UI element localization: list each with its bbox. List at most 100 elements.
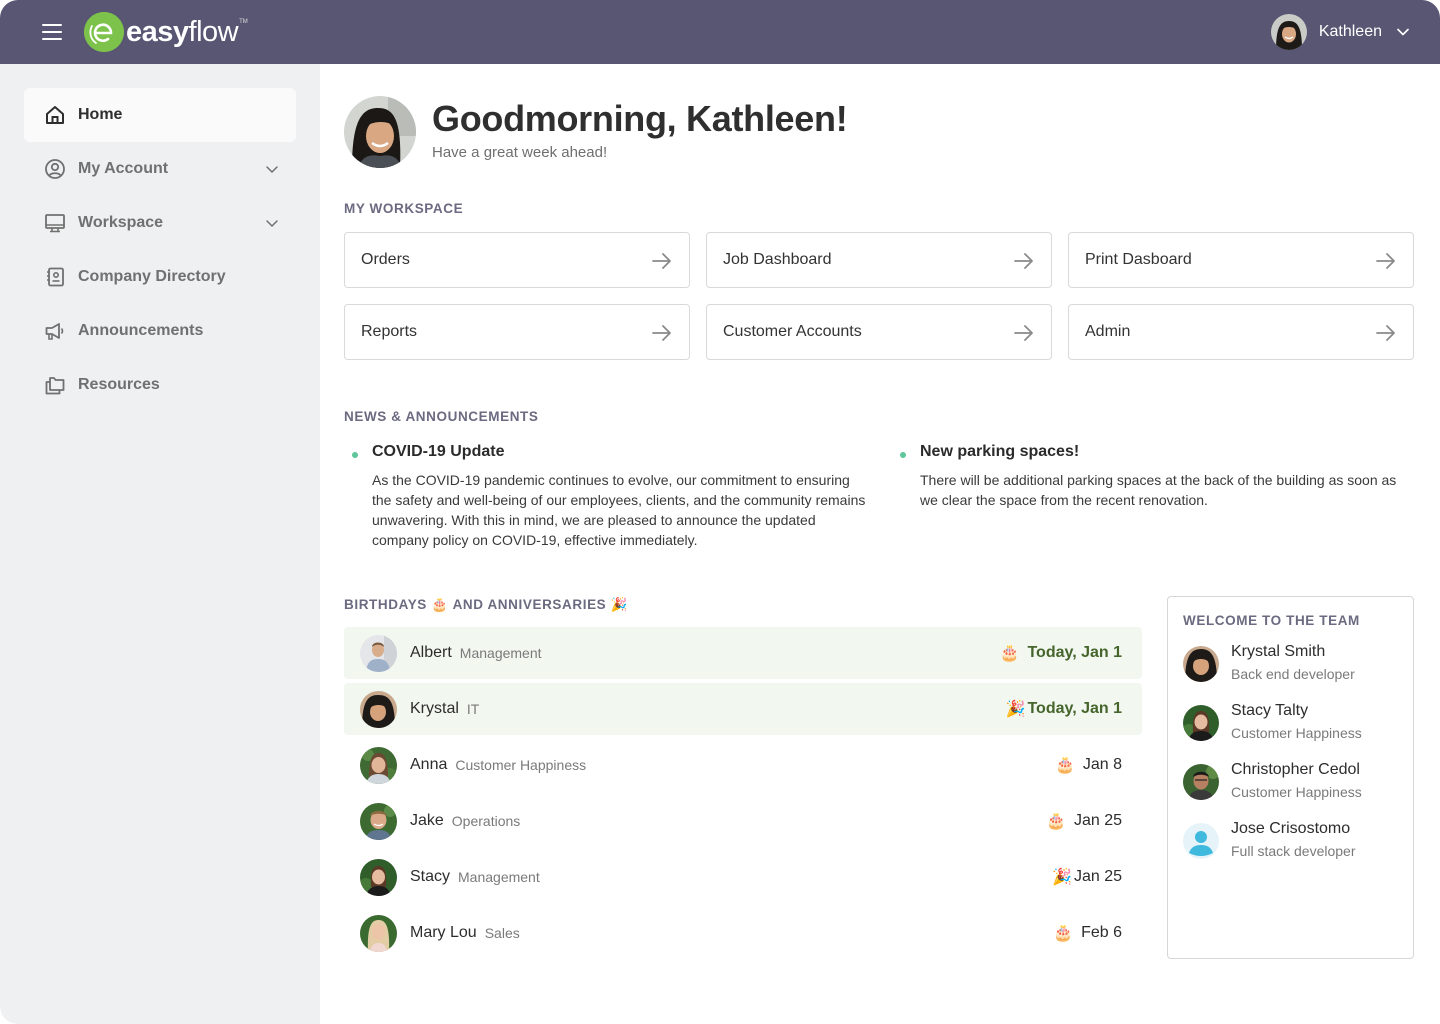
sidebar-item-announcements[interactable]: Announcements xyxy=(24,304,296,358)
party-popper-icon: 🎉 xyxy=(1052,869,1072,886)
avatar xyxy=(1183,646,1219,682)
workspace-card-label: Admin xyxy=(1085,323,1131,340)
brand-name: easyflow xyxy=(126,15,239,48)
avatar xyxy=(360,746,397,784)
logo[interactable]: easyflow TM xyxy=(84,11,248,53)
cake-icon: 🎂 xyxy=(1054,757,1075,774)
arrow-right-icon xyxy=(1014,325,1033,341)
person-department: Customer Happiness xyxy=(455,757,587,773)
new-member-item[interactable]: Christopher Cedol Customer Happiness xyxy=(1183,761,1403,805)
sidebar-item-label: Home xyxy=(78,106,123,123)
news-section-label: NEWS & ANNOUNCEMENTS xyxy=(344,409,539,424)
new-member-item[interactable]: Jose Crisostomo Full stack developer xyxy=(1183,820,1403,864)
profile-avatar[interactable] xyxy=(344,96,416,168)
chevron-down-icon[interactable] xyxy=(264,161,280,177)
member-role: Customer Happiness xyxy=(1231,725,1362,741)
workspace-card-admin[interactable]: Admin xyxy=(1068,304,1414,360)
avatar xyxy=(360,802,397,840)
avatar xyxy=(360,690,397,728)
party-popper-icon: 🎉 xyxy=(1005,701,1026,718)
celebration-date: 🎂 Today, Jan 1 xyxy=(1000,627,1122,679)
main-content: Goodmorning, Kathleen! Have a great week… xyxy=(320,64,1440,1024)
arrow-right-icon xyxy=(652,325,671,341)
celebrations-section-label: BIRTHDAYS 🎂 AND ANNIVERSARIES 🎉 xyxy=(344,597,628,613)
cake-icon: 🎂 xyxy=(1053,925,1074,942)
avatar xyxy=(360,858,397,896)
celebration-row[interactable]: Mary Lou Sales 🎂 Feb 6 xyxy=(344,907,1142,959)
page-title: Goodmorning, Kathleen! xyxy=(432,98,848,139)
logo-mark-icon xyxy=(84,12,124,52)
member-role: Full stack developer xyxy=(1231,843,1356,859)
news-title: New parking spaces! xyxy=(920,443,1080,460)
avatar xyxy=(1183,705,1219,741)
news-item[interactable]: COVID-19 Update As the COVID-19 pandemic… xyxy=(344,443,865,553)
sidebar-item-resources[interactable]: Resources xyxy=(24,358,296,412)
user-menu[interactable]: Kathleen xyxy=(1270,14,1410,50)
party-popper-icon: 🎉 xyxy=(610,597,629,612)
member-name: Krystal Smith xyxy=(1231,643,1326,660)
user-avatar xyxy=(1270,14,1307,50)
date-text: Jan 25 xyxy=(1073,812,1122,829)
menu-icon[interactable] xyxy=(42,24,62,40)
workspace-card-customer-accounts[interactable]: Customer Accounts xyxy=(706,304,1052,360)
workspace-section-label: MY WORKSPACE xyxy=(344,201,464,216)
sidebar-item-my-account[interactable]: My Account xyxy=(24,142,296,196)
celebration-row[interactable]: Jake Operations 🎂 Jan 25 xyxy=(344,795,1142,847)
date-text: Feb 6 xyxy=(1081,924,1122,941)
new-member-item[interactable]: Krystal Smith Back end developer xyxy=(1183,643,1403,687)
person-name: Stacy xyxy=(410,868,451,885)
member-name: Christopher Cedol xyxy=(1231,761,1360,778)
avatar xyxy=(360,634,397,672)
megaphone-icon xyxy=(45,323,64,340)
arrow-right-icon xyxy=(652,253,671,269)
celebration-row[interactable]: Anna Customer Happiness 🎂 Jan 8 xyxy=(344,739,1142,791)
workspace-card-label: Job Dashboard xyxy=(723,251,832,268)
sidebar-item-label: Workspace xyxy=(78,214,164,231)
celebration-row[interactable]: Albert Management 🎂 Today, Jan 1 xyxy=(344,627,1142,679)
member-name: Stacy Talty xyxy=(1231,702,1309,719)
cake-icon: 🎂 xyxy=(1046,813,1066,830)
celebration-date: 🎂 Feb 6 xyxy=(1053,907,1122,959)
celebration-row[interactable]: Krystal IT 🎉 Today, Jan 1 xyxy=(344,683,1142,735)
arrow-right-icon xyxy=(1014,253,1033,269)
cake-icon: 🎂 xyxy=(999,645,1020,662)
sidebar-item-workspace[interactable]: Workspace xyxy=(24,196,296,250)
new-member-item[interactable]: Stacy Talty Customer Happiness xyxy=(1183,702,1403,746)
member-role: Back end developer xyxy=(1231,666,1355,682)
workspace-card-job-dashboard[interactable]: Job Dashboard xyxy=(706,232,1052,288)
person-name: Albert xyxy=(410,644,452,661)
news-item[interactable]: New parking spaces! There will be additi… xyxy=(892,443,1412,513)
brand-tm: TM xyxy=(239,19,248,25)
person-name: Krystal xyxy=(410,700,459,717)
label-text: BIRTHDAYS xyxy=(344,597,427,612)
workspace-card-orders[interactable]: Orders xyxy=(344,232,690,288)
sidebar: Home My Account Workspace Company Direct… xyxy=(0,64,320,1024)
top-bar: easyflow TM Kathleen xyxy=(0,0,1440,64)
avatar xyxy=(360,914,397,952)
news-body: There will be additional parking spaces … xyxy=(920,472,1397,508)
monitor-icon xyxy=(45,214,65,233)
celebration-row[interactable]: Stacy Management 🎉 Jan 25 xyxy=(344,851,1142,903)
sidebar-item-company-directory[interactable]: Company Directory xyxy=(24,250,296,304)
folders-icon xyxy=(45,377,65,395)
workspace-card-print-dashboard[interactable]: Print Dasboard xyxy=(1068,232,1414,288)
sidebar-item-label: Resources xyxy=(78,376,160,393)
arrow-right-icon xyxy=(1376,325,1395,341)
person-name: Jake xyxy=(410,812,444,829)
workspace-card-label: Orders xyxy=(361,251,410,268)
user-name: Kathleen xyxy=(1318,23,1382,40)
person-department: Sales xyxy=(484,925,520,941)
chevron-down-icon[interactable] xyxy=(264,215,280,231)
workspace-card-reports[interactable]: Reports xyxy=(344,304,690,360)
sidebar-item-label: Announcements xyxy=(78,322,204,339)
chevron-down-icon xyxy=(1397,28,1409,36)
person-name: Mary Lou xyxy=(410,924,477,941)
celebration-date: 🎂 Jan 25 xyxy=(1046,795,1122,847)
sidebar-item-home[interactable]: Home xyxy=(24,88,296,142)
page-subtitle: Have a great week ahead! xyxy=(432,144,608,161)
member-name: Jose Crisostomo xyxy=(1231,820,1351,837)
sidebar-item-label: Company Directory xyxy=(78,268,226,285)
news-body: As the COVID-19 pandemic continues to ev… xyxy=(372,472,866,548)
cake-icon: 🎂 xyxy=(431,597,449,612)
home-icon xyxy=(46,106,64,124)
